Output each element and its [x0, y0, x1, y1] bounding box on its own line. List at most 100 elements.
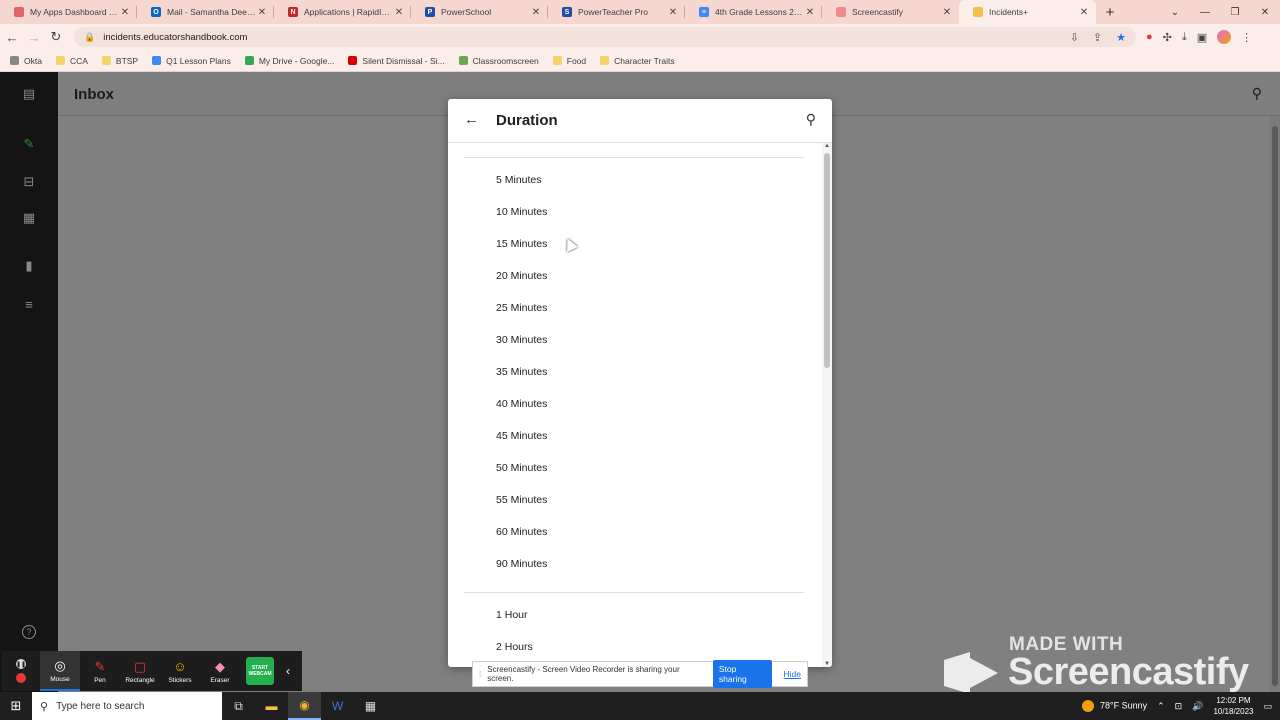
close-tab-icon[interactable]: ✕: [393, 7, 405, 18]
close-tab-icon[interactable]: ✕: [804, 7, 816, 18]
network-icon[interactable]: ⊡: [1175, 701, 1183, 712]
tab-title[interactable]: Applications | RapidIdenti: [304, 7, 393, 17]
bookmark-item[interactable]: Character Traits: [600, 56, 675, 66]
bookmark-item[interactable]: Food: [552, 56, 586, 66]
sidebar-toggle-icon[interactable]: ▤: [21, 86, 37, 102]
clock-date[interactable]: 10/18/2023: [1213, 706, 1253, 717]
windows-start-icon[interactable]: ⊞: [0, 698, 32, 714]
browser-tab[interactable]: Incidents+ ✕: [959, 0, 1096, 24]
calculator-icon[interactable]: ▦: [354, 692, 387, 720]
hide-banner-link[interactable]: Hide: [784, 669, 801, 679]
menu-icon[interactable]: ⋮: [1241, 31, 1252, 44]
pen-icon[interactable]: ✎: [95, 659, 106, 674]
bookmark-label[interactable]: Classroomscreen: [473, 56, 539, 66]
tab-title[interactable]: PowerSchool: [441, 7, 530, 17]
bookmark-label[interactable]: Food: [567, 56, 586, 66]
stop-sharing-button[interactable]: Stop sharing: [712, 660, 772, 688]
duration-option[interactable]: 40 Minutes: [464, 388, 804, 420]
extensions-icon[interactable]: ✣: [1163, 31, 1172, 44]
clock-time[interactable]: 12:02 PM: [1213, 695, 1253, 706]
profile-avatar[interactable]: [1217, 30, 1232, 44]
eraser-tool-button[interactable]: ◆ Eraser: [200, 651, 240, 691]
tab-title[interactable]: Incidents+: [989, 7, 1078, 17]
taskbar-search-box[interactable]: ⚲ Type here to search: [32, 692, 222, 720]
bookmark-item[interactable]: Silent Dismissal - Si...: [348, 56, 445, 66]
duration-option[interactable]: 5 Minutes: [464, 164, 804, 196]
back-button[interactable]: ←: [2, 30, 22, 45]
bookmark-label[interactable]: Character Traits: [614, 56, 674, 66]
omnibox[interactable]: 🔒 incidents.educatorshandbook.com ⇩ ⇪ ★: [74, 27, 1136, 47]
bookmark-item[interactable]: BTSP: [101, 56, 138, 66]
bookmark-item[interactable]: Okta: [10, 56, 42, 66]
rectangle-icon[interactable]: ▢: [134, 659, 146, 674]
forward-button[interactable]: →: [24, 30, 44, 45]
bookmark-item[interactable]: CCA: [55, 56, 88, 66]
duration-option[interactable]: 50 Minutes: [464, 452, 804, 484]
reload-button[interactable]: ↻: [46, 29, 66, 45]
duration-option[interactable]: 45 Minutes: [464, 420, 804, 452]
duration-option[interactable]: 60 Minutes: [464, 516, 804, 548]
browser-tab[interactable]: S PowerTeacher Pro ✕: [548, 0, 685, 24]
file-explorer-icon[interactable]: ▬: [255, 692, 288, 720]
duration-option[interactable]: 55 Minutes: [464, 484, 804, 516]
webcam-label[interactable]: START WEBCAM: [246, 657, 274, 685]
tab-search-icon[interactable]: ⌄: [1160, 7, 1190, 18]
stop-recording-icon[interactable]: [16, 673, 26, 683]
taskbar-search-placeholder[interactable]: Type here to search: [56, 701, 144, 712]
duration-option[interactable]: 35 Minutes: [464, 356, 804, 388]
tab-title[interactable]: My Apps Dashboard | Cha: [30, 7, 119, 17]
dialog-scrollbar-thumb[interactable]: [824, 153, 830, 368]
share-icon[interactable]: ⇪: [1093, 31, 1102, 44]
bookmark-label[interactable]: Silent Dismissal - Si...: [362, 56, 444, 66]
tab-title[interactable]: 4th Grade Lessons 23-24: [715, 7, 804, 17]
duration-option[interactable]: 90 Minutes: [464, 548, 804, 580]
minimize-button[interactable]: —: [1190, 7, 1220, 18]
duration-option[interactable]: 15 Minutes: [464, 228, 804, 260]
clock[interactable]: 12:02 PM 10/18/2023: [1213, 695, 1253, 717]
url-text[interactable]: incidents.educatorshandbook.com: [103, 32, 247, 43]
duration-option[interactable]: 30 Minutes: [464, 324, 804, 356]
duration-option[interactable]: 10 Minutes: [464, 196, 804, 228]
tool-label[interactable]: Mouse: [50, 676, 70, 683]
page-scrollbar-thumb[interactable]: [1272, 126, 1278, 686]
browser-tab[interactable]: ≡ 4th Grade Lessons 23-24 ✕: [685, 0, 822, 24]
page-scrollbar[interactable]: [1270, 116, 1280, 692]
scroll-up-icon[interactable]: ▲: [824, 143, 830, 149]
rectangle-tool-button[interactable]: ▢ Rectangle: [120, 651, 160, 691]
task-view-icon[interactable]: ⧉: [222, 692, 255, 720]
close-tab-icon[interactable]: ✕: [119, 7, 131, 18]
dialog-scrollbar[interactable]: ▲ ▼: [822, 143, 832, 667]
browser-tab[interactable]: O Mail - Samantha Dees - O ✕: [137, 0, 274, 24]
eraser-icon[interactable]: ◆: [215, 659, 225, 674]
back-arrow-icon[interactable]: ←: [464, 111, 479, 128]
tool-label[interactable]: Stickers: [168, 677, 191, 684]
side-panel-icon[interactable]: ▣: [1197, 31, 1207, 44]
calendar-icon[interactable]: ▦: [21, 210, 37, 226]
close-tab-icon[interactable]: ✕: [667, 7, 679, 18]
duration-option[interactable]: 2 Hours: [464, 631, 804, 663]
browser-tab[interactable]: P PowerSchool ✕: [411, 0, 548, 24]
bookmark-label[interactable]: BTSP: [116, 56, 138, 66]
notifications-icon[interactable]: ▭: [1263, 701, 1272, 712]
tab-title[interactable]: Screencastify: [852, 7, 941, 17]
duration-option[interactable]: 1 Hour: [464, 599, 804, 631]
tool-label[interactable]: Pen: [94, 677, 106, 684]
close-window-button[interactable]: ✕: [1250, 7, 1280, 18]
browser-tab[interactable]: N Applications | RapidIdenti ✕: [274, 0, 411, 24]
inbox-icon[interactable]: ⊟: [21, 174, 37, 190]
tab-title[interactable]: Mail - Samantha Dees - O: [167, 7, 256, 17]
mouse-icon[interactable]: ◎: [54, 658, 65, 673]
help-icon[interactable]: ?: [22, 625, 36, 639]
lock-icon[interactable]: 🔒: [84, 32, 95, 43]
show-hidden-icons[interactable]: ⌃: [1157, 701, 1165, 712]
start-webcam-button[interactable]: START WEBCAM: [240, 651, 280, 691]
duration-option[interactable]: 25 Minutes: [464, 292, 804, 324]
mouse-tool-button[interactable]: ◎ Mouse: [40, 651, 80, 691]
dialog-search-icon[interactable]: ⚲: [806, 111, 816, 128]
bookmark-label[interactable]: Okta: [24, 56, 42, 66]
bookmark-item[interactable]: My Drive - Google...: [244, 56, 334, 66]
maximize-button[interactable]: ❐: [1220, 7, 1250, 18]
search-icon[interactable]: ⚲: [1252, 85, 1262, 102]
bookmark-label[interactable]: CCA: [70, 56, 88, 66]
scroll-down-icon[interactable]: ▼: [824, 661, 830, 667]
